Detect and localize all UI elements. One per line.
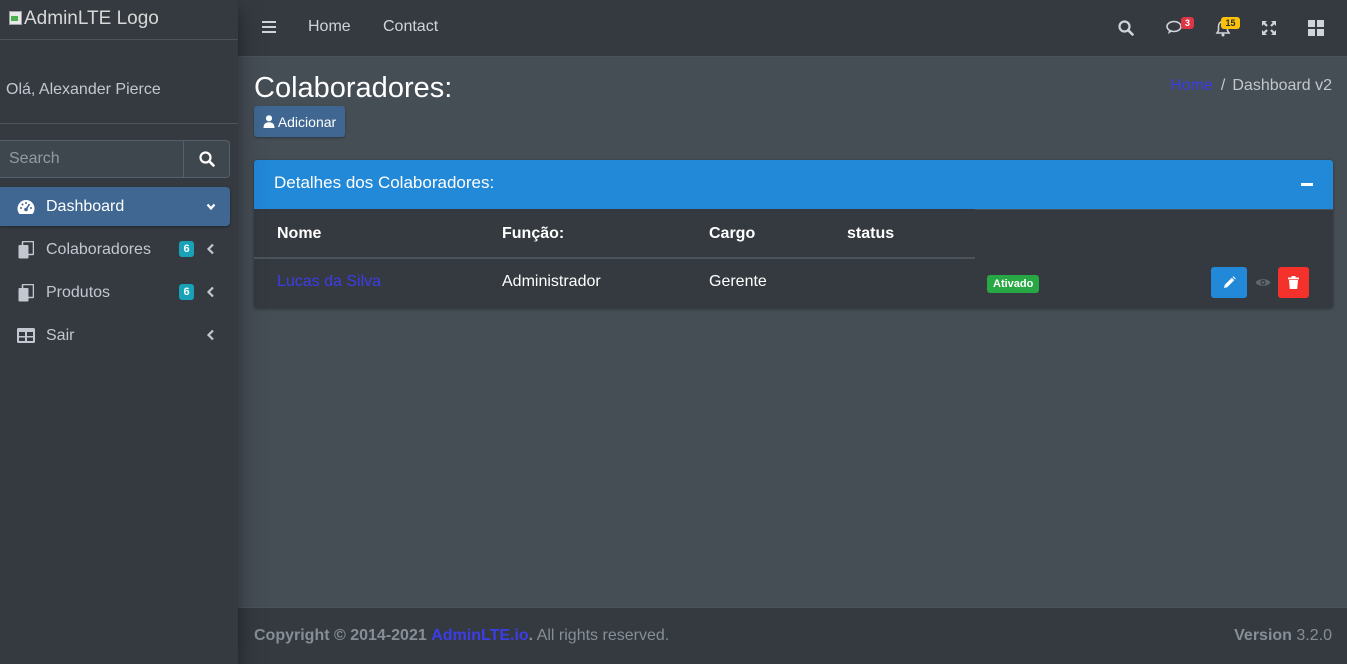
column-header-status: status bbox=[847, 225, 895, 242]
footer-copyright: Copyright © 2014-2021 AdminLTE.io. All r… bbox=[254, 627, 669, 645]
sidebar-item-dashboard[interactable]: Dashboard bbox=[0, 187, 230, 226]
sidebar-nav: Dashboard Colaboradores 6 Produtos 6 Sai… bbox=[0, 187, 238, 355]
count-badge: 6 bbox=[179, 241, 194, 257]
sidebar-search-button[interactable] bbox=[183, 141, 229, 177]
sidebar-item-produtos[interactable]: Produtos 6 bbox=[0, 273, 230, 312]
collapse-minus-icon[interactable] bbox=[1301, 183, 1313, 186]
main-sidebar: AdminLTE Logo Olá, Alexander Pierce Sear… bbox=[0, 0, 238, 664]
colaborador-cargo: Gerente bbox=[709, 273, 767, 290]
brand-link[interactable]: AdminLTE Logo bbox=[0, 0, 238, 40]
table-row: Lucas da Silva Administrador Gerente Ati… bbox=[254, 259, 1333, 308]
view-button[interactable] bbox=[1253, 267, 1273, 298]
user-icon bbox=[263, 115, 275, 128]
broken-image-icon bbox=[8, 10, 23, 26]
page-title: Colaboradores: bbox=[254, 72, 453, 104]
tachometer-icon bbox=[16, 197, 36, 217]
sidebar-search bbox=[0, 140, 230, 178]
breadcrumb-home-link[interactable]: Home bbox=[1170, 77, 1213, 94]
chevron-left-icon bbox=[206, 286, 214, 298]
pencil-icon bbox=[1223, 276, 1236, 288]
messages-badge: 3 bbox=[1181, 17, 1194, 29]
status-badge: Ativado bbox=[987, 275, 1040, 293]
card-header: Detalhes dos Colaboradores: bbox=[254, 160, 1333, 209]
version-value: 3.2.0 bbox=[1296, 627, 1332, 644]
navbar-link-home[interactable]: Home bbox=[308, 18, 351, 36]
trash-icon bbox=[1288, 276, 1299, 289]
version-label: Version bbox=[1234, 627, 1292, 644]
column-header-funcao: Função: bbox=[502, 225, 565, 242]
main-footer: Copyright © 2014-2021 AdminLTE.io. All r… bbox=[238, 607, 1347, 664]
footer-version: Version 3.2.0 bbox=[1234, 627, 1332, 645]
sidebar-item-label: Colaboradores bbox=[46, 240, 151, 258]
copyright-suffix: All rights reserved. bbox=[533, 627, 670, 644]
brand-logo-alt-text: AdminLTE Logo bbox=[24, 8, 159, 29]
breadcrumb: Home / Dashboard v2 bbox=[1170, 77, 1332, 95]
edit-button[interactable] bbox=[1211, 267, 1247, 298]
header-divider bbox=[975, 209, 1333, 210]
sidebar-item-colaboradores[interactable]: Colaboradores 6 bbox=[0, 230, 230, 269]
breadcrumb-separator: / bbox=[1220, 77, 1226, 94]
breadcrumb-current: Dashboard v2 bbox=[1232, 77, 1332, 94]
add-colaborador-button[interactable]: Adicionar bbox=[254, 106, 345, 137]
notifications-badge: 15 bbox=[1221, 17, 1240, 29]
table-icon bbox=[16, 326, 36, 346]
copy-icon bbox=[16, 283, 36, 303]
chevron-left-icon bbox=[206, 329, 214, 341]
user-greeting[interactable]: Olá, Alexander Pierce bbox=[6, 81, 161, 98]
sidebar-item-label: Produtos bbox=[46, 283, 111, 301]
navbar-search-icon[interactable] bbox=[1116, 18, 1136, 38]
top-navbar: Home Contact 3 15 bbox=[238, 0, 1347, 57]
footer-adminlte-link[interactable]: AdminLTE.io bbox=[431, 627, 528, 644]
chevron-down-icon bbox=[206, 203, 216, 211]
copy-icon bbox=[16, 240, 36, 260]
eye-icon bbox=[1255, 279, 1271, 286]
user-panel: Olá, Alexander Pierce bbox=[0, 40, 238, 124]
sidebar-item-label: Sair bbox=[46, 326, 75, 344]
navbar-link-contact[interactable]: Contact bbox=[383, 18, 438, 36]
colaborador-name-link[interactable]: Lucas da Silva bbox=[277, 273, 381, 291]
delete-button[interactable] bbox=[1278, 267, 1309, 298]
fullscreen-expand-icon[interactable] bbox=[1259, 18, 1279, 38]
table-header: Nome Função: Cargo status bbox=[254, 209, 1333, 259]
control-sidebar-grid-icon[interactable] bbox=[1306, 18, 1326, 38]
sidebar-item-sair[interactable]: Sair bbox=[0, 316, 230, 355]
search-icon bbox=[198, 151, 215, 167]
column-header-cargo: Cargo bbox=[709, 225, 756, 242]
add-button-label: Adicionar bbox=[277, 113, 337, 130]
column-header-nome: Nome bbox=[277, 225, 322, 242]
copyright-prefix: Copyright © 2014-2021 bbox=[254, 627, 427, 644]
count-badge: 6 bbox=[179, 284, 194, 300]
colaborador-funcao: Administrador bbox=[502, 273, 601, 290]
hamburger-menu-icon[interactable] bbox=[262, 20, 276, 39]
sidebar-item-label: Dashboard bbox=[46, 197, 125, 215]
card-title: Detalhes dos Colaboradores: bbox=[274, 173, 495, 192]
colaboradores-card: Detalhes dos Colaboradores: Nome Função:… bbox=[254, 160, 1333, 308]
sidebar-search-input[interactable] bbox=[0, 141, 183, 177]
chevron-left-icon bbox=[206, 243, 214, 255]
